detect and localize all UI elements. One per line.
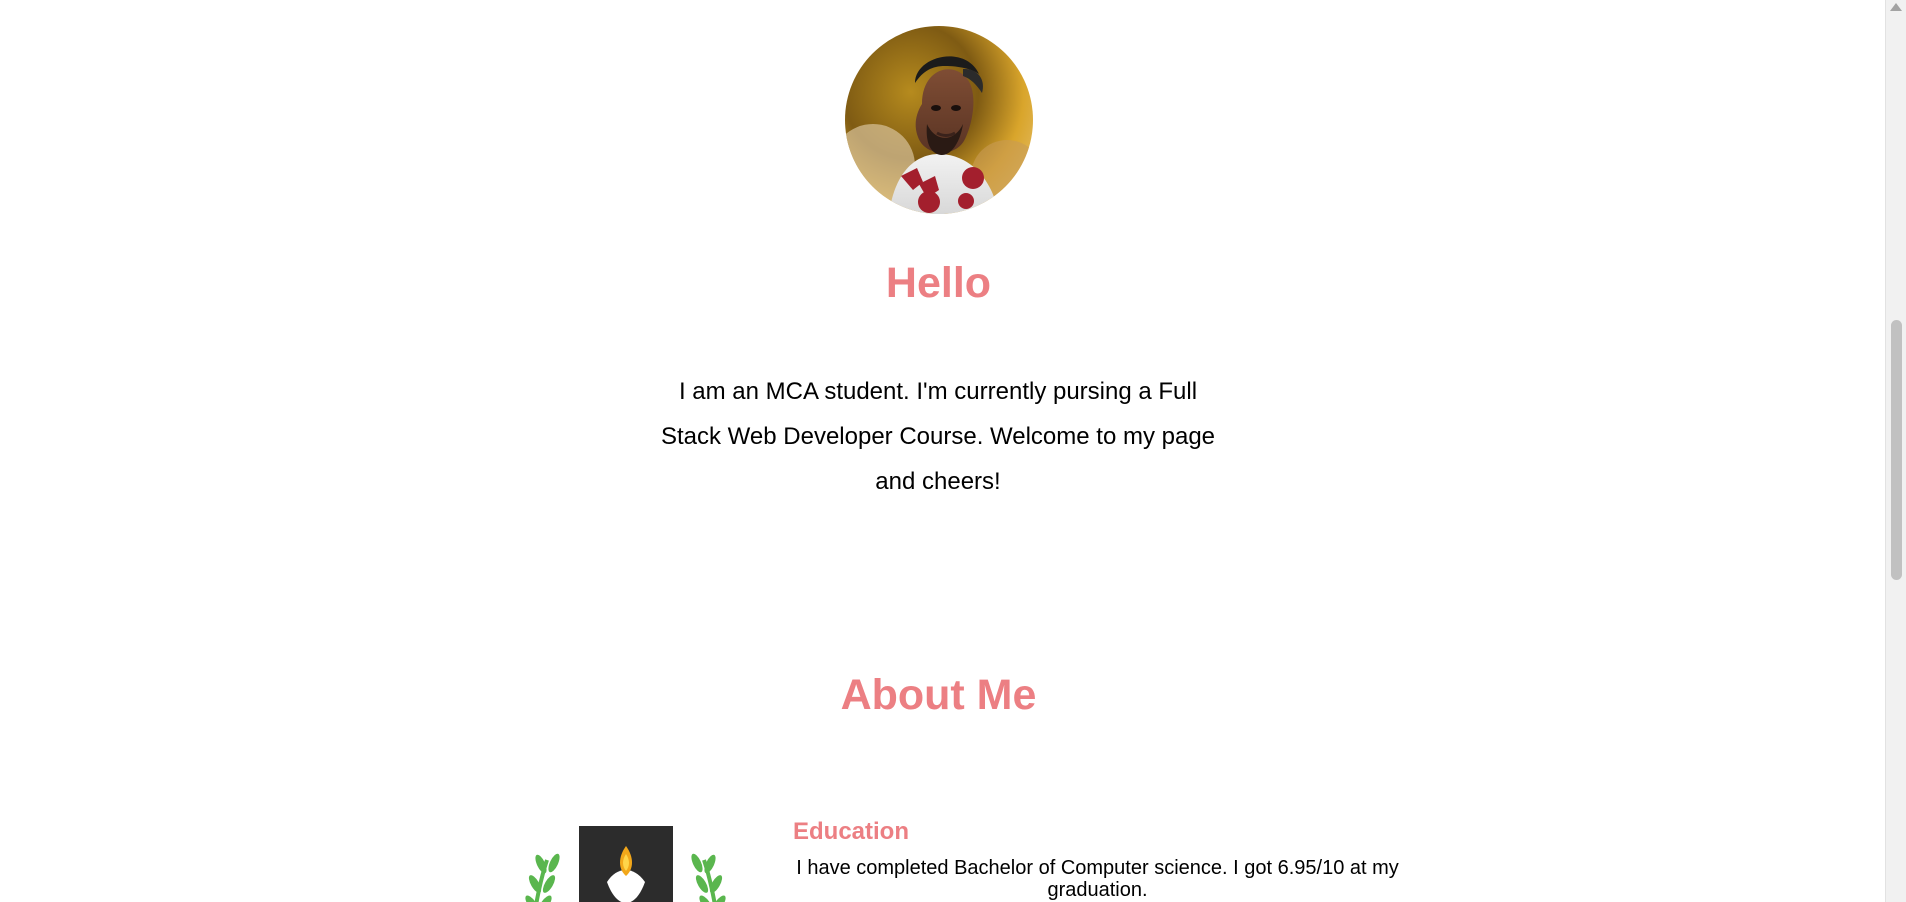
about-title: About Me xyxy=(840,671,1037,719)
hero-title: Hello xyxy=(885,259,992,307)
page-content: Hello I am an MCA student. I'm currently… xyxy=(0,0,1885,902)
education-title: Education xyxy=(793,818,910,845)
vertical-scrollbar[interactable] xyxy=(1885,0,1906,902)
education-logo xyxy=(523,826,728,902)
profile-photo-avatar xyxy=(845,26,1033,214)
laurel-shield-logo xyxy=(525,826,726,902)
scrollbar-thumb[interactable] xyxy=(1891,320,1902,580)
browser-viewport: Hello I am an MCA student. I'm currently… xyxy=(0,0,1906,902)
avatar xyxy=(845,26,1033,214)
education-text: I have completed Bachelor of Computer sc… xyxy=(796,857,1399,901)
chevron-up-icon[interactable] xyxy=(1890,3,1902,11)
intro-text: I am an MCA student. I'm currently pursi… xyxy=(660,378,1216,495)
